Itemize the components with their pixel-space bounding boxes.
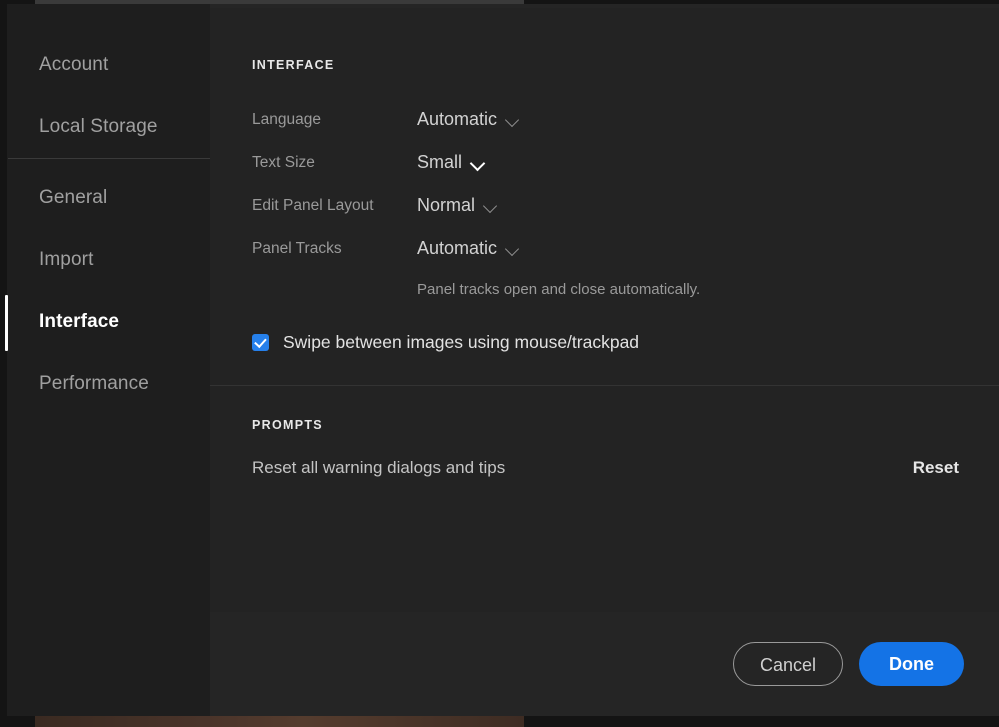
preferences-sidebar: Account Local Storage General Import Int… <box>5 4 211 716</box>
preferences-dialog: Account Local Storage General Import Int… <box>5 4 999 716</box>
sidebar-item-interface[interactable]: Interface <box>5 291 210 353</box>
sidebar-group-account: Account Local Storage <box>7 34 210 158</box>
sidebar-item-label: General <box>39 187 108 208</box>
sidebar-mid-spacer <box>7 159 210 167</box>
sidebar-group-settings: General Import Interface Performance <box>5 167 210 415</box>
interface-fields: Language Automatic Text Size Small Edit … <box>210 98 999 270</box>
preferences-dialog-window: Account Local Storage General Import Int… <box>0 0 999 727</box>
preferences-content-panel: INTERFACE Language Automatic Text Size S… <box>210 8 999 612</box>
panel-tracks-value: Automatic <box>417 238 498 258</box>
field-row-edit-panel-layout: Edit Panel Layout Normal <box>252 184 999 227</box>
sidebar-item-import[interactable]: Import <box>7 229 210 291</box>
text-size-value: Small <box>417 152 463 172</box>
edit-panel-layout-label: Edit Panel Layout <box>252 196 374 214</box>
language-dropdown[interactable]: Automatic <box>417 109 520 130</box>
reset-prompts-label: Reset all warning dialogs and tips <box>252 458 506 477</box>
sidebar-item-label: Local Storage <box>39 116 158 137</box>
edit-panel-layout-value: Normal <box>417 195 476 215</box>
sidebar-item-performance[interactable]: Performance <box>7 353 210 415</box>
sidebar-item-local-storage[interactable]: Local Storage <box>7 96 210 158</box>
chevron-down-icon <box>506 244 520 253</box>
selection-indicator <box>5 295 8 351</box>
done-button[interactable]: Done <box>859 642 964 686</box>
swipe-between-images-label: Swipe between images using mouse/trackpa… <box>283 332 640 352</box>
interface-section-title: INTERFACE <box>252 58 335 72</box>
chevron-down-icon <box>471 158 485 167</box>
language-value: Automatic <box>417 109 498 129</box>
swipe-between-images-checkbox-row[interactable]: Swipe between images using mouse/trackpa… <box>210 332 999 353</box>
checkbox-checked-icon[interactable] <box>252 334 269 351</box>
sidebar-top-spacer <box>7 4 210 34</box>
field-row-language: Language Automatic <box>252 98 999 141</box>
sidebar-item-label: Performance <box>39 373 149 394</box>
panel-tracks-helper-text: Panel tracks open and close automaticall… <box>417 281 701 298</box>
reset-button[interactable]: Reset <box>913 458 959 478</box>
sidebar-item-account[interactable]: Account <box>7 34 210 96</box>
dialog-footer: Cancel Done <box>210 612 999 716</box>
sidebar-item-label: Account <box>39 54 109 75</box>
language-label: Language <box>252 110 321 128</box>
field-row-panel-tracks: Panel Tracks Automatic <box>252 227 999 270</box>
cancel-button[interactable]: Cancel <box>732 642 843 686</box>
chevron-down-icon <box>484 201 498 210</box>
panel-tracks-label: Panel Tracks <box>252 239 342 257</box>
reset-prompts-row: Reset all warning dialogs and tips Reset <box>210 458 999 478</box>
sidebar-item-general[interactable]: General <box>7 167 210 229</box>
field-row-text-size: Text Size Small <box>252 141 999 184</box>
prompts-section-title: PROMPTS <box>252 418 323 432</box>
text-size-dropdown[interactable]: Small <box>417 152 485 173</box>
edit-panel-layout-dropdown[interactable]: Normal <box>417 195 498 216</box>
chevron-down-icon <box>506 115 520 124</box>
text-size-label: Text Size <box>252 153 315 171</box>
sidebar-item-label: Interface <box>39 311 120 332</box>
panel-tracks-dropdown[interactable]: Automatic <box>417 238 520 259</box>
sidebar-item-label: Import <box>39 249 94 270</box>
background-app-bottom-strip <box>35 716 524 727</box>
